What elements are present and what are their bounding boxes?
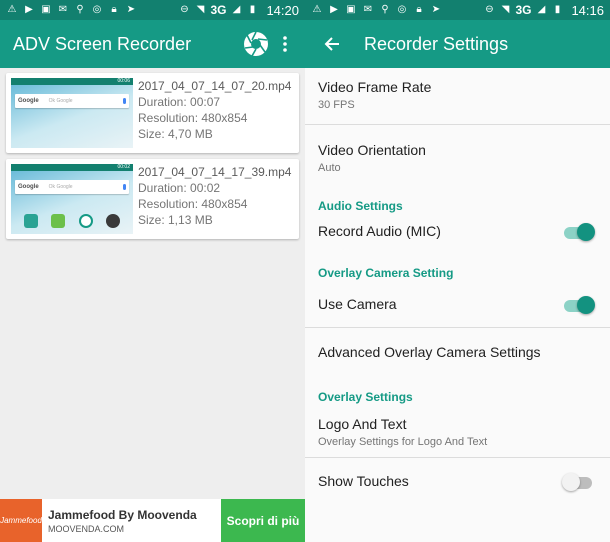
setting-frame-rate[interactable]: Video Frame Rate 30 FPS <box>318 68 610 124</box>
settings-screen: ⚠ ▶ ▣ ✉ ⚲ ◎ 🔒︎ ➤ ⊖ ◥ 3G ◢ ▮ 14:16 Record… <box>305 0 610 542</box>
recorder-app-icon <box>51 214 66 228</box>
setting-title: Video Frame Rate <box>318 79 432 95</box>
category-camera: Overlay Camera Setting <box>318 266 454 280</box>
recording-card[interactable]: 00:02 Google Ok Google 2017_04_07_14_17_… <box>6 159 299 239</box>
recordings-list: 00:06 Google Ok Google 2017_04_07_14_07_… <box>0 68 305 239</box>
ad-banner[interactable]: Jammefood Jammefood By Moovenda MOOVENDA… <box>0 499 305 542</box>
app-title: ADV Screen Recorder <box>13 33 192 54</box>
mic-icon <box>123 184 126 190</box>
shutter-icon <box>244 31 268 57</box>
photo-icon: ▣ <box>41 4 51 15</box>
settings-app-icon <box>106 214 121 228</box>
setting-summary: Overlay Settings for Logo And Text <box>318 436 488 448</box>
recording-resolution: Resolution: 480x854 <box>138 111 248 125</box>
setting-orientation[interactable]: Video Orientation Auto <box>318 125 610 199</box>
show-touches-switch[interactable] <box>562 473 594 491</box>
lock-icon: 🔒︎ <box>111 4 117 15</box>
setting-value: Auto <box>318 162 341 174</box>
do-not-disturb-icon: ⊖ <box>180 4 189 15</box>
navigation-icon: ➤ <box>126 4 136 15</box>
setting-title: Use Camera <box>318 296 397 312</box>
security-icon: ◎ <box>397 4 407 15</box>
setting-title: Video Orientation <box>318 142 426 158</box>
security-icon: ◎ <box>92 4 102 15</box>
setting-title: Advanced Overlay Camera Settings <box>318 344 541 360</box>
more-vert-icon <box>283 36 287 52</box>
usb-icon: ⚲ <box>76 4 84 15</box>
thumbnail-clock: 00:06 <box>117 78 130 84</box>
recording-size: Size: 1,13 MB <box>138 213 213 227</box>
setting-logo-text[interactable]: Logo And Text Overlay Settings for Logo … <box>318 414 610 450</box>
status-bar: ⚠ ▶ ▣ ✉ ⚲ ◎ 🔒︎ ➤ ⊖ ◥ 3G ◢ ▮ 14:16 <box>305 0 610 20</box>
setting-title: Show Touches <box>318 473 409 489</box>
recording-duration: Duration: 00:07 <box>138 95 221 109</box>
warning-icon: ⚠ <box>312 4 322 15</box>
app-bar: ADV Screen Recorder <box>0 20 305 68</box>
wifi-icon: ◥ <box>196 4 205 15</box>
photo-icon: ▣ <box>346 4 356 15</box>
recording-info: 2017_04_07_14_07_20.mp4 Duration: 00:07 … <box>133 78 291 148</box>
thumbnail-clock: 00:02 <box>117 164 130 170</box>
wifi-icon: ◥ <box>501 4 510 15</box>
setting-record-audio[interactable]: Record Audio (MIC) <box>318 220 610 262</box>
ad-title: Jammefood By Moovenda <box>48 507 197 522</box>
ad-domain: MOOVENDA.COM <box>48 523 125 534</box>
setting-advanced-camera[interactable]: Advanced Overlay Camera Settings <box>318 328 610 376</box>
aperture-app-icon <box>78 214 93 228</box>
clock: 14:16 <box>571 2 604 18</box>
battery-icon: ▮ <box>249 4 256 15</box>
thumbnail-search-bar: Google Ok Google <box>15 94 129 108</box>
mic-icon <box>123 98 126 104</box>
overflow-menu-button[interactable] <box>278 30 292 58</box>
recording-filename: 2017_04_07_14_17_39.mp4 <box>138 165 292 179</box>
video-thumbnail[interactable]: 00:02 Google Ok Google <box>11 164 133 234</box>
setting-value: 30 FPS <box>318 99 355 111</box>
network-type: 3G <box>210 3 227 17</box>
signal-icon: ◢ <box>537 4 546 15</box>
signal-icon: ◢ <box>232 4 241 15</box>
video-thumbnail[interactable]: 00:06 Google Ok Google <box>11 78 133 148</box>
record-button[interactable] <box>242 30 270 58</box>
record-audio-switch[interactable] <box>564 223 595 241</box>
video-app-icon <box>23 214 38 228</box>
message-icon: ✉ <box>363 4 373 15</box>
setting-title: Record Audio (MIC) <box>318 223 441 239</box>
video-icon: ▶ <box>330 4 338 15</box>
clock: 14:20 <box>266 2 299 18</box>
recording-info: 2017_04_07_14_17_39.mp4 Duration: 00:02 … <box>133 164 291 234</box>
setting-title: Logo And Text <box>318 416 407 432</box>
use-camera-switch[interactable] <box>564 296 595 314</box>
thumbnail-search-bar: Google Ok Google <box>15 180 129 194</box>
warning-icon: ⚠ <box>7 4 17 15</box>
message-icon: ✉ <box>58 4 68 15</box>
recording-size: Size: 4,70 MB <box>138 127 213 141</box>
usb-icon: ⚲ <box>381 4 389 15</box>
recording-filename: 2017_04_07_14_07_20.mp4 <box>138 79 292 93</box>
navigation-icon: ➤ <box>431 4 441 15</box>
recorder-screen: ⚠ ▶ ▣ ✉ ⚲ ◎ 🔒︎ ➤ ⊖ ◥ 3G ◢ ▮ 14:20 ADV Sc… <box>0 0 305 542</box>
thumbnail-app-row <box>17 212 127 230</box>
ad-logo: Jammefood <box>0 499 42 542</box>
lock-icon: 🔒︎ <box>416 4 422 15</box>
category-audio: Audio Settings <box>318 199 403 213</box>
setting-show-touches[interactable]: Show Touches <box>318 458 610 502</box>
category-overlay: Overlay Settings <box>318 390 413 404</box>
video-icon: ▶ <box>25 4 33 15</box>
settings-title: Recorder Settings <box>364 33 509 54</box>
back-button[interactable] <box>318 30 346 58</box>
ad-cta-button[interactable]: Scopri di più <box>221 499 305 542</box>
network-type: 3G <box>515 3 532 17</box>
settings-list: Video Frame Rate 30 FPS Video Orientatio… <box>305 68 610 502</box>
setting-use-camera[interactable]: Use Camera <box>318 287 610 323</box>
recording-resolution: Resolution: 480x854 <box>138 197 248 211</box>
recording-card[interactable]: 00:06 Google Ok Google 2017_04_07_14_07_… <box>6 73 299 153</box>
status-bar: ⚠ ▶ ▣ ✉ ⚲ ◎ 🔒︎ ➤ ⊖ ◥ 3G ◢ ▮ 14:20 <box>0 0 305 20</box>
battery-icon: ▮ <box>554 4 561 15</box>
app-bar: Recorder Settings <box>305 20 610 68</box>
back-arrow-icon <box>324 37 339 51</box>
recording-duration: Duration: 00:02 <box>138 181 221 195</box>
do-not-disturb-icon: ⊖ <box>485 4 494 15</box>
